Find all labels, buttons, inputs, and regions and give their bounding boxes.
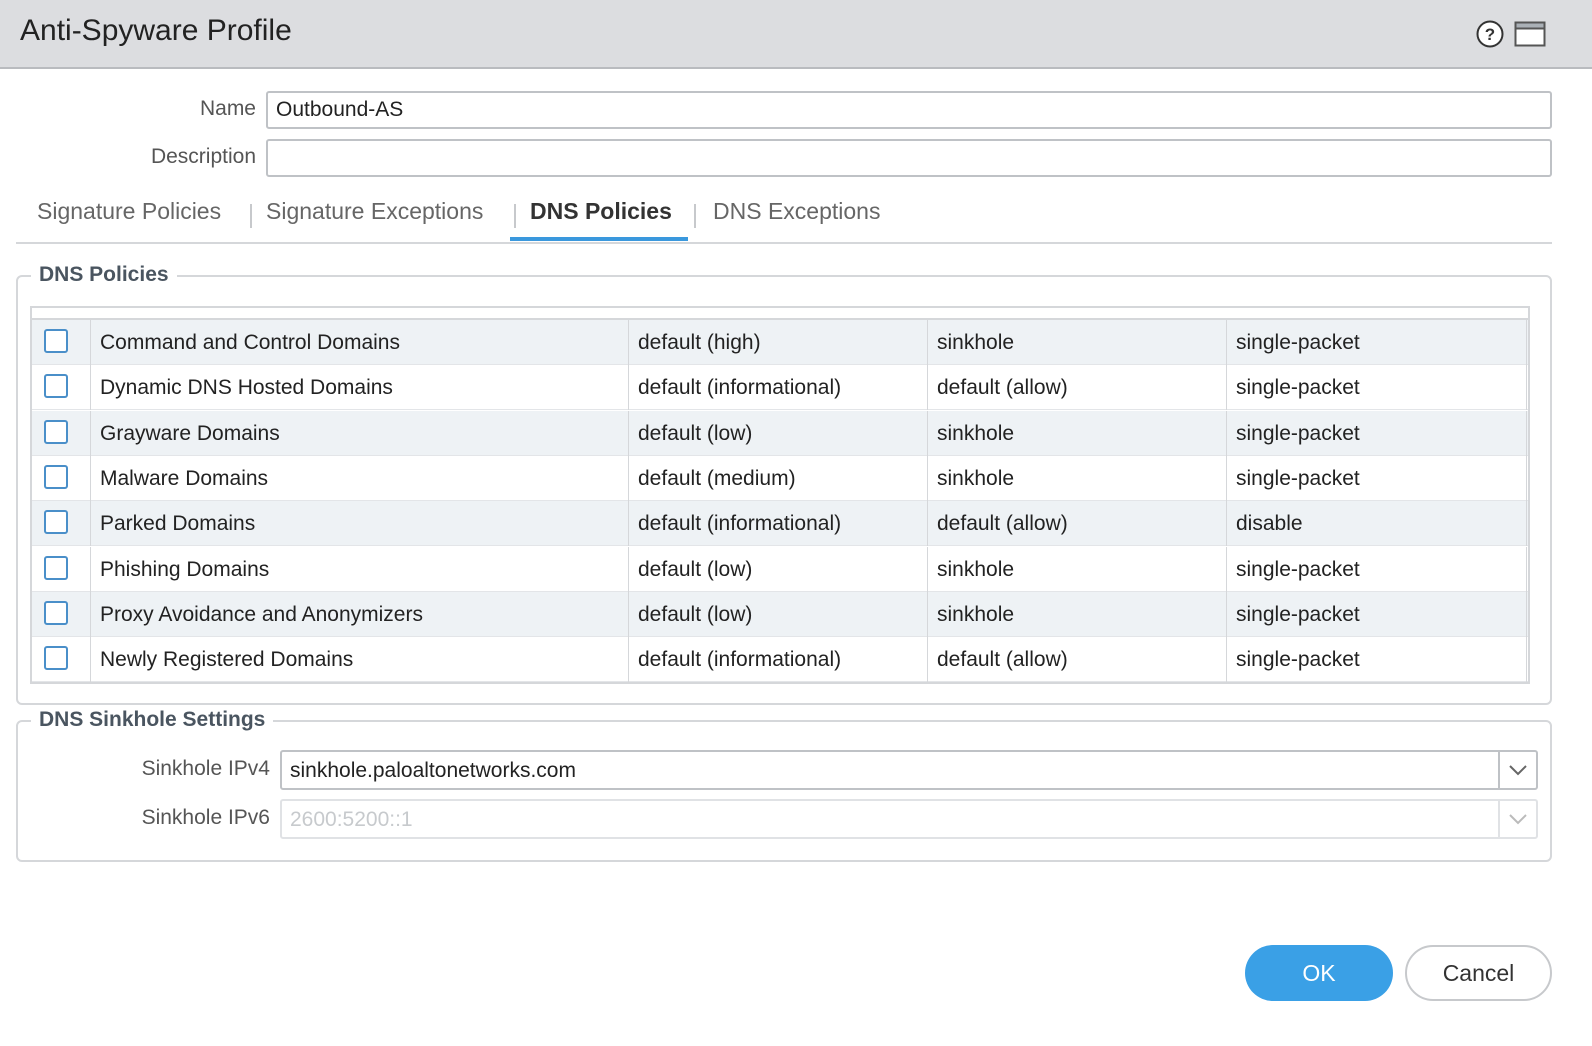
chevron-down-icon [1509, 765, 1527, 776]
policy-name-cell: Parked Domains [100, 512, 256, 536]
row-checkbox[interactable] [44, 419, 68, 444]
log-severity-cell: default (medium) [638, 466, 796, 490]
packet-capture-cell: disable [1236, 512, 1303, 536]
row-checkbox[interactable] [44, 646, 68, 671]
log-severity-cell: default (low) [638, 421, 753, 445]
row-checkbox[interactable] [44, 555, 68, 580]
packet-capture-cell: single-packet [1236, 557, 1360, 581]
window-maximize-icon[interactable] [1514, 20, 1546, 48]
packet-capture-cell: single-packet [1236, 648, 1360, 672]
table-row[interactable]: Phishing Domains default (low) sinkhole sin… [32, 546, 1528, 592]
policy-name-cell: Newly Registered Domains [100, 648, 354, 672]
table-row[interactable]: Command and Control Domains default (high… [32, 320, 1528, 365]
policy-name-cell: Grayware Domains [100, 421, 280, 445]
name-input[interactable] [266, 91, 1552, 129]
sinkhole-ipv4-value: sinkhole.paloaltonetworks.com [290, 759, 576, 782]
description-input[interactable] [266, 139, 1552, 177]
tab-dns-exceptions[interactable]: DNS Exceptions [713, 198, 880, 225]
dns-policies-legend: DNS Policies [31, 263, 177, 287]
table-row[interactable]: Parked Domains default (informational) def… [32, 501, 1528, 547]
sinkhole-ipv6-label: Sinkhole IPv6 [141, 806, 270, 829]
cancel-button[interactable]: Cancel [1405, 945, 1552, 1001]
packet-capture-cell: single-packet [1236, 602, 1360, 626]
column-divider [1526, 410, 1527, 456]
dialog-title: Anti-Spyware Profile [20, 14, 292, 47]
table-row[interactable]: Dynamic DNS Hosted Domains default (infor… [32, 365, 1528, 411]
policy-name-cell: Phishing Domains [100, 557, 270, 581]
table-row[interactable]: Grayware Domains default (low) sinkhole sin… [32, 410, 1528, 456]
dns-policies-table: Command and Control Domains default (high… [30, 306, 1530, 684]
log-severity-cell: default (low) [638, 602, 753, 626]
sinkhole-ipv6-dropdown-button[interactable] [1498, 801, 1536, 837]
column-divider [1526, 501, 1527, 547]
table-row[interactable]: Newly Registered Domains default (informa… [32, 637, 1528, 683]
column-divider [1526, 320, 1527, 365]
policy-action-cell: sinkhole [937, 466, 1015, 490]
tab-dns-policies[interactable]: DNS Policies [530, 198, 672, 225]
anti-spyware-profile-dialog: Anti-Spyware Profile ? Name Description … [0, 0, 1592, 1046]
profile-tabs: Signature Policies Signature Exceptions … [16, 188, 1552, 244]
packet-capture-cell: single-packet [1236, 331, 1360, 354]
policy-action-cell: sinkhole [937, 557, 1015, 581]
log-severity-cell: default (informational) [638, 648, 842, 672]
sinkhole-ipv4-select[interactable]: sinkhole.paloaltonetworks.com [280, 750, 1538, 790]
row-checkbox[interactable] [44, 510, 68, 535]
policy-action-cell: default (allow) [937, 648, 1068, 672]
sinkhole-ipv4-dropdown-button[interactable] [1498, 752, 1536, 788]
policy-name-cell: Command and Control Domains [100, 331, 400, 354]
name-label: Name [199, 97, 256, 120]
log-severity-cell: default (high) [638, 331, 761, 354]
active-tab-indicator [510, 237, 688, 241]
tab-divider [694, 204, 696, 228]
row-checkbox[interactable] [44, 374, 68, 399]
column-divider [1526, 591, 1527, 637]
dns-sinkhole-group [16, 720, 1552, 862]
tab-divider [514, 204, 516, 228]
dialog-header: Anti-Spyware Profile ? [0, 0, 1592, 69]
policy-action-cell: default (allow) [937, 376, 1068, 400]
log-severity-cell: default (low) [638, 557, 753, 581]
row-checkbox[interactable] [44, 464, 68, 489]
svg-text:?: ? [1485, 25, 1495, 44]
sinkhole-ipv6-value: 2600:5200::1 [290, 808, 413, 831]
tab-signature-policies[interactable]: Signature Policies [37, 198, 221, 225]
table-row[interactable]: Proxy Avoidance and Anonymizers default (… [32, 591, 1528, 637]
tab-signature-exceptions[interactable]: Signature Exceptions [266, 198, 483, 225]
column-divider [1526, 637, 1527, 683]
ok-button[interactable]: OK [1245, 945, 1393, 1001]
policy-action-cell: sinkhole [937, 421, 1015, 445]
packet-capture-cell: single-packet [1236, 421, 1360, 445]
packet-capture-cell: single-packet [1236, 466, 1360, 490]
tab-divider [250, 204, 252, 228]
policy-action-cell: sinkhole [937, 331, 1015, 354]
table-row[interactable]: Malware Domains default (medium) sinkhole s… [32, 455, 1528, 501]
column-divider [1526, 365, 1527, 411]
sinkhole-ipv4-label: Sinkhole IPv4 [141, 757, 270, 780]
description-label: Description [150, 145, 256, 168]
row-checkbox[interactable] [44, 600, 68, 625]
column-divider [1526, 546, 1527, 592]
policy-action-cell: default (allow) [937, 512, 1068, 536]
policy-action-cell: sinkhole [937, 602, 1015, 626]
log-severity-cell: default (informational) [638, 512, 842, 536]
policy-name-cell: Dynamic DNS Hosted Domains [100, 376, 393, 400]
log-severity-cell: default (informational) [638, 376, 842, 400]
packet-capture-cell: single-packet [1236, 376, 1360, 400]
question-circle-icon[interactable]: ? [1476, 20, 1504, 48]
column-divider [1526, 455, 1527, 501]
dns-policies-rows: Command and Control Domains default (high… [32, 318, 1528, 683]
chevron-down-icon [1509, 814, 1527, 825]
sinkhole-ipv6-select[interactable]: 2600:5200::1 [280, 799, 1538, 839]
row-checkbox[interactable] [44, 329, 68, 353]
policy-name-cell: Malware Domains [100, 466, 269, 490]
dns-sinkhole-legend: DNS Sinkhole Settings [31, 708, 274, 732]
policy-name-cell: Proxy Avoidance and Anonymizers [100, 602, 423, 626]
